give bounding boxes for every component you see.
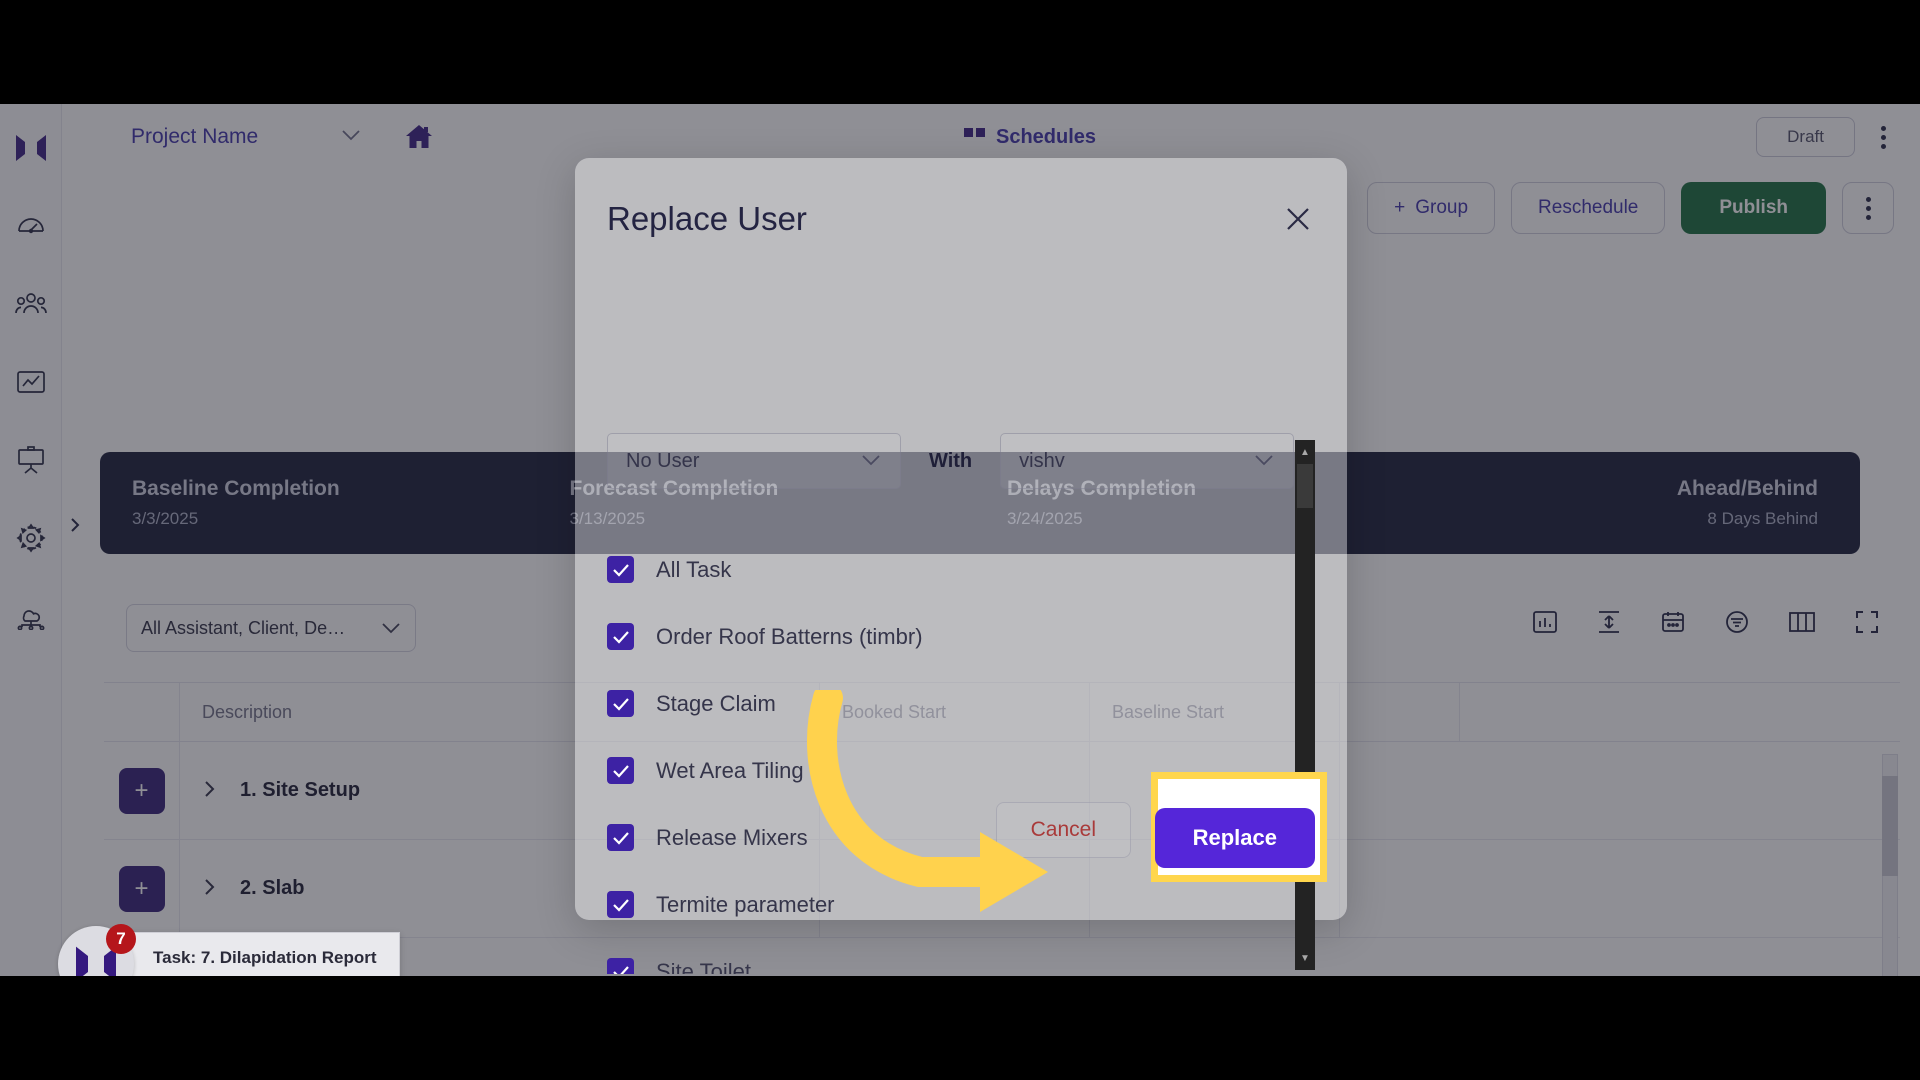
checkbox-checked-icon[interactable] [607,690,634,717]
scroll-down-arrow-icon[interactable]: ▼ [1295,948,1315,968]
grid-icon [964,128,985,137]
task-label: All Task [656,556,732,582]
logo-icon [9,126,53,170]
stat-label: Ahead/Behind [1676,477,1818,500]
role-filter-value: All Assistant, Client, De… [141,617,346,638]
sidebar-item-team[interactable] [9,282,53,326]
replace-button[interactable]: Replace [1154,808,1315,868]
expand-rows-icon[interactable] [1596,609,1622,640]
sidebar-item-settings[interactable] [9,516,53,560]
scroll-up-arrow-icon[interactable]: ▲ [1295,442,1315,462]
toolbar-more-options-icon[interactable] [1842,182,1894,234]
stat-value: 3/3/2025 [132,509,199,528]
replace-button-wrapper: Replace [1154,808,1315,868]
header-right-group: Draft [1756,117,1896,157]
gantt-vertical-scroll-thumb[interactable] [1882,776,1898,876]
task-tooltip: 7 Task: 7. Dilapidation Report Start Dat… [58,924,400,976]
to-user-select[interactable]: vishv [1000,433,1295,489]
stat-baseline-completion: Baseline Completion 3/3/2025 [100,477,538,529]
annotation-arrow-icon [807,690,1048,912]
task-label: Release Mixers [656,824,808,850]
table-view-toolbar [1532,609,1880,640]
with-label: With [929,449,973,472]
fullscreen-icon[interactable] [1854,609,1880,640]
letterbox-top [0,0,1920,104]
expand-chevron-right-icon[interactable] [202,778,218,804]
from-user-value: No User [626,449,700,472]
sidebar-item-dashboard[interactable] [9,204,53,248]
publish-button[interactable]: Publish [1681,182,1826,234]
chevron-down-icon [1253,450,1275,473]
plus-icon: + [1394,197,1406,218]
task-list-scrollbar[interactable]: ▲ ▼ [1295,440,1315,970]
checkbox-checked-icon[interactable] [607,958,634,974]
add-group-button[interactable]: + Group [1367,182,1496,234]
calendar-icon[interactable] [1660,609,1686,640]
task-label: Wet Area Tiling [656,757,804,783]
home-icon[interactable] [404,123,434,151]
notification-badge: 7 [106,924,136,954]
task-label: Stage Claim [656,690,776,716]
checkbox-checked-icon[interactable] [607,824,634,851]
task-list-item[interactable]: All Task [607,536,1267,603]
task-label: Order Roof Batterns (timbr) [656,623,923,649]
tooltip-task: Task: 7. Dilapidation Report [153,948,377,967]
tooltip-content: Task: 7. Dilapidation Report Start Date:… [112,932,400,976]
checkbox-checked-icon[interactable] [607,757,634,784]
checkbox-checked-icon[interactable] [607,623,634,650]
columns-icon[interactable] [1788,609,1816,640]
task-label: Site Toilet [656,958,751,975]
scroll-thumb[interactable] [1297,464,1313,508]
screen-root: Project Name Schedules Draft + Group Res… [0,0,1920,1080]
sidebar-expand-chevron-right-icon[interactable] [64,514,86,536]
project-name-label[interactable]: Project Name [131,125,258,149]
sidebar-item-integrations[interactable] [9,594,53,638]
task-list-item[interactable]: Order Roof Batterns (timbr) [607,603,1267,670]
task-list-item[interactable]: Site Toilet [607,938,1267,974]
add-group-label: Group [1415,197,1469,218]
close-icon[interactable] [1283,204,1313,234]
dialog-title: Replace User [607,200,807,237]
add-task-cell: + [104,839,180,938]
header-more-options-icon[interactable] [1871,120,1896,155]
chevron-down-icon [860,450,882,473]
stat-label: Baseline Completion [132,477,340,500]
stat-value: 8 Days Behind [1707,509,1818,528]
tab-schedules-label: Schedules [996,125,1097,148]
tab-schedules[interactable]: Schedules [950,114,1160,160]
add-task-button[interactable]: + [118,767,165,814]
action-toolbar-buttons: + Group Reschedule Publish [1367,182,1894,234]
reschedule-button[interactable]: Reschedule [1511,182,1666,234]
letterbox-bottom [0,976,1920,1080]
to-user-value: vishv [1019,449,1065,472]
table-header-cell [1340,683,1460,741]
checkbox-checked-icon[interactable] [607,891,634,918]
row-title: 2. Slab [240,877,305,899]
expand-chevron-right-icon[interactable] [202,876,218,902]
role-filter-select[interactable]: All Assistant, Client, De… [126,604,416,652]
status-badge-draft[interactable]: Draft [1756,117,1855,157]
stat-ahead-behind: Ahead/Behind 8 Days Behind [1413,477,1861,529]
reschedule-label: Reschedule [1538,197,1639,218]
from-user-select[interactable]: No User [607,433,901,489]
avatar: 7 [58,924,136,976]
row-title: 1. Site Setup [240,779,361,801]
bar-chart-icon[interactable] [1532,609,1558,640]
project-chevron-down-icon[interactable] [340,127,362,147]
chevron-down-icon [381,618,401,639]
add-task-button[interactable]: + [118,865,165,912]
sidebar [0,104,62,976]
table-header-cell [104,683,180,741]
filter-icon[interactable] [1724,609,1750,640]
sidebar-item-presentation[interactable] [9,438,53,482]
user-selection-row: No User With vishv [607,433,1295,489]
add-task-cell: + [104,741,180,840]
sidebar-item-reports[interactable] [9,360,53,404]
checkbox-checked-icon[interactable] [607,556,634,583]
